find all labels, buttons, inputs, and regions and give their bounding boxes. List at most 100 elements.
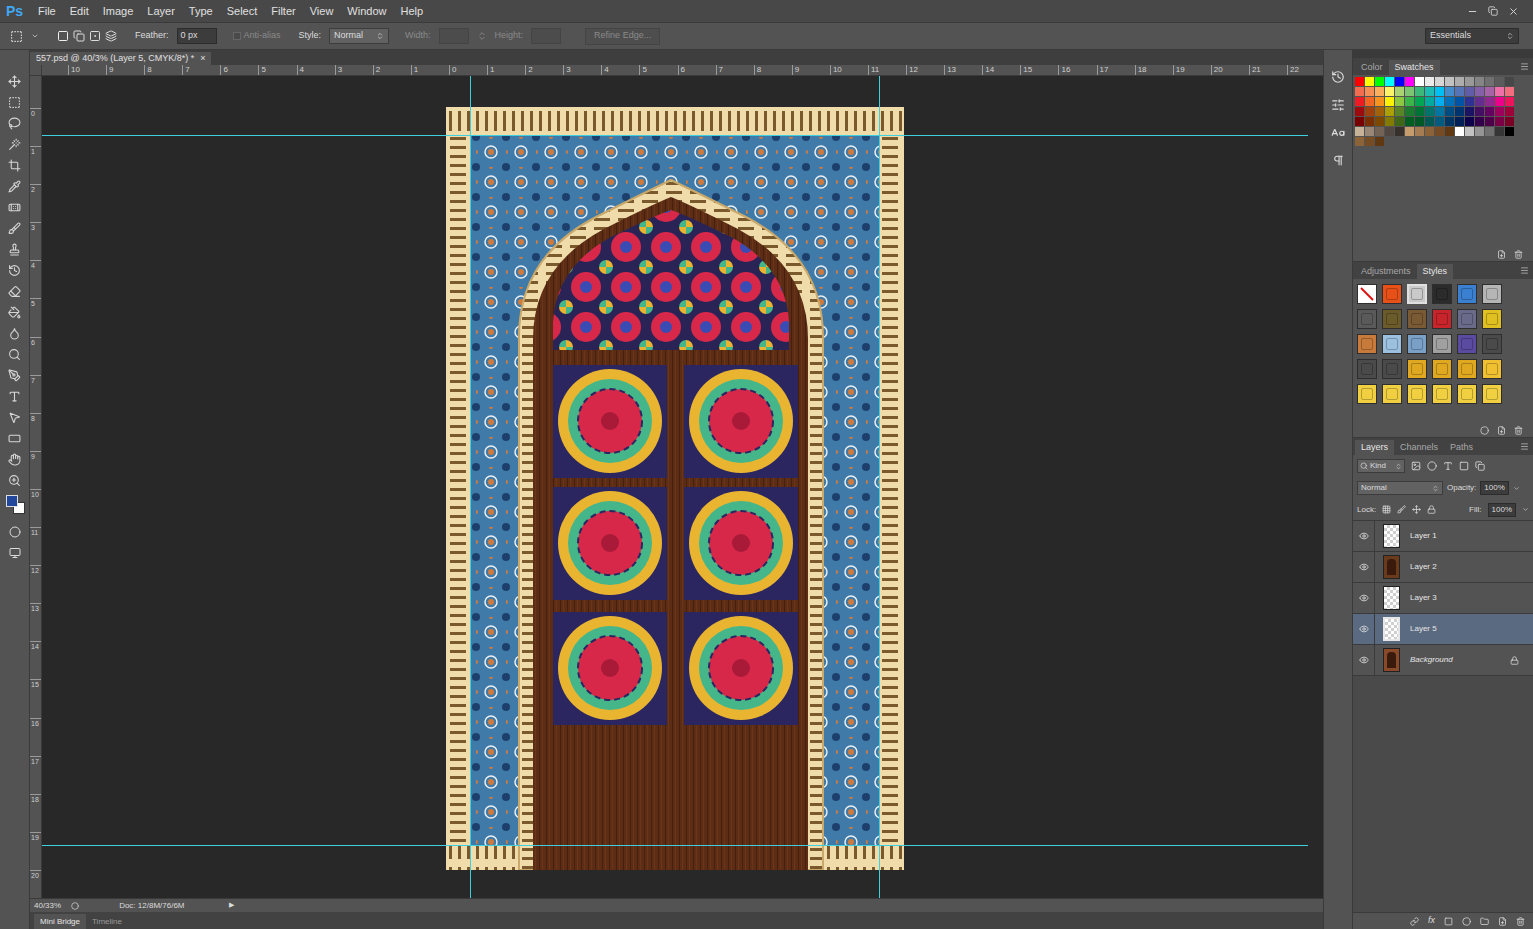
guide-line[interactable] xyxy=(470,76,471,898)
delete-layer-icon[interactable] xyxy=(1516,917,1525,926)
zoom-tool-icon[interactable] xyxy=(8,474,21,487)
link-layers-icon[interactable] xyxy=(1410,917,1419,926)
swatch[interactable] xyxy=(1455,117,1464,126)
swatch[interactable] xyxy=(1415,117,1424,126)
panel-menu-icon[interactable] xyxy=(1520,442,1529,451)
style-swatch[interactable] xyxy=(1407,284,1427,304)
swatch[interactable] xyxy=(1365,87,1374,96)
style-swatch[interactable] xyxy=(1432,284,1452,304)
marquee-preset-icon[interactable] xyxy=(10,30,23,43)
swatch[interactable] xyxy=(1405,107,1414,116)
swatch[interactable] xyxy=(1465,87,1474,96)
layer-name[interactable]: Background xyxy=(1410,654,1453,666)
swatch[interactable] xyxy=(1435,117,1444,126)
swatch[interactable] xyxy=(1505,97,1514,106)
swatch[interactable] xyxy=(1445,127,1454,136)
workspace-dropdown[interactable]: Essentials xyxy=(1425,28,1519,44)
new-swatch-icon[interactable] xyxy=(1497,250,1506,259)
swatch[interactable] xyxy=(1465,77,1474,86)
style-swatch[interactable] xyxy=(1357,309,1377,329)
swatch[interactable] xyxy=(1365,117,1374,126)
path-selection-tool-icon[interactable] xyxy=(8,411,21,424)
style-swatch[interactable] xyxy=(1457,384,1477,404)
swatch[interactable] xyxy=(1465,97,1474,106)
pen-tool-icon[interactable] xyxy=(8,369,21,382)
swatch[interactable] xyxy=(1475,107,1484,116)
swatch[interactable] xyxy=(1445,77,1454,86)
eraser-tool-icon[interactable] xyxy=(8,285,21,298)
style-swatch[interactable] xyxy=(1357,334,1377,354)
swatch[interactable] xyxy=(1435,97,1444,106)
swatch[interactable] xyxy=(1355,77,1364,86)
guide-line[interactable] xyxy=(879,76,880,898)
swatch[interactable] xyxy=(1395,107,1404,116)
paragraph-panel-icon[interactable] xyxy=(1332,154,1345,167)
style-swatch[interactable] xyxy=(1482,334,1502,354)
fill-input[interactable]: 100% xyxy=(1488,503,1516,517)
swatch[interactable] xyxy=(1365,107,1374,116)
screen-mode-icon[interactable] xyxy=(9,547,21,559)
delete-swatch-icon[interactable] xyxy=(1514,250,1523,259)
style-swatch[interactable] xyxy=(1382,384,1402,404)
status-menu-arrow[interactable]: ▶ xyxy=(229,900,234,911)
properties-panel-icon[interactable] xyxy=(1331,98,1345,112)
visibility-eye-icon[interactable] xyxy=(1359,624,1369,634)
clear-style-icon[interactable] xyxy=(1480,426,1489,435)
swatch[interactable] xyxy=(1375,107,1384,116)
panel-menu-icon[interactable] xyxy=(1520,62,1529,71)
swatch[interactable] xyxy=(1495,107,1504,116)
menu-item[interactable]: View xyxy=(310,3,334,20)
minimize-icon[interactable] xyxy=(1467,6,1478,17)
menu-item[interactable]: Type xyxy=(189,3,213,20)
swatch[interactable] xyxy=(1465,107,1474,116)
fill-slider-icon[interactable] xyxy=(1522,506,1529,513)
swatch[interactable] xyxy=(1425,77,1434,86)
swatch[interactable] xyxy=(1385,107,1394,116)
swatch[interactable] xyxy=(1495,127,1504,136)
close-tab-button[interactable]: × xyxy=(200,52,205,66)
lock-position-icon[interactable] xyxy=(1412,505,1421,514)
style-swatch[interactable] xyxy=(1357,359,1377,379)
swatch[interactable] xyxy=(1495,97,1504,106)
style-swatch[interactable] xyxy=(1407,384,1427,404)
close-icon[interactable] xyxy=(1508,6,1519,17)
menu-item[interactable]: Window xyxy=(347,3,386,20)
anti-alias-checkbox[interactable]: Anti-alias xyxy=(233,29,281,43)
menu-item[interactable]: Help xyxy=(400,3,423,20)
swatch[interactable] xyxy=(1475,77,1484,86)
panel-tab[interactable]: Adjustments xyxy=(1355,264,1417,279)
menu-item[interactable]: Select xyxy=(227,3,258,20)
style-swatch[interactable] xyxy=(1457,309,1477,329)
style-swatch[interactable] xyxy=(1482,359,1502,379)
layer-row[interactable]: Layer 2 xyxy=(1353,552,1533,583)
swatch[interactable] xyxy=(1395,87,1404,96)
swatch[interactable] xyxy=(1505,77,1514,86)
guide-line[interactable] xyxy=(42,135,1308,136)
style-swatch[interactable] xyxy=(1382,334,1402,354)
swatch[interactable] xyxy=(1425,97,1434,106)
swatch[interactable] xyxy=(1435,77,1444,86)
style-swatch[interactable] xyxy=(1457,359,1477,379)
filter-pixel-icon[interactable] xyxy=(1411,461,1421,471)
swatch[interactable] xyxy=(1435,87,1444,96)
swatch[interactable] xyxy=(1415,97,1424,106)
swatch[interactable] xyxy=(1455,97,1464,106)
swatch[interactable] xyxy=(1505,107,1514,116)
brush-tool-icon[interactable] xyxy=(8,222,21,235)
type-tool-icon[interactable] xyxy=(8,390,21,403)
style-swatch[interactable] xyxy=(1382,284,1402,304)
opacity-slider-icon[interactable] xyxy=(1513,485,1520,492)
height-input[interactable] xyxy=(531,28,561,44)
swatch[interactable] xyxy=(1475,127,1484,136)
swatch[interactable] xyxy=(1485,107,1494,116)
style-swatch[interactable] xyxy=(1407,359,1427,379)
subtract-selection-icon[interactable] xyxy=(89,30,101,42)
preset-dropdown-icon[interactable] xyxy=(31,32,39,40)
intersect-selection-icon[interactable] xyxy=(105,30,117,42)
swatch[interactable] xyxy=(1425,107,1434,116)
visibility-eye-icon[interactable] xyxy=(1359,593,1369,603)
swatch[interactable] xyxy=(1505,127,1514,136)
swatch[interactable] xyxy=(1495,87,1504,96)
restore-icon[interactable] xyxy=(1488,6,1498,16)
style-swatch[interactable] xyxy=(1432,309,1452,329)
